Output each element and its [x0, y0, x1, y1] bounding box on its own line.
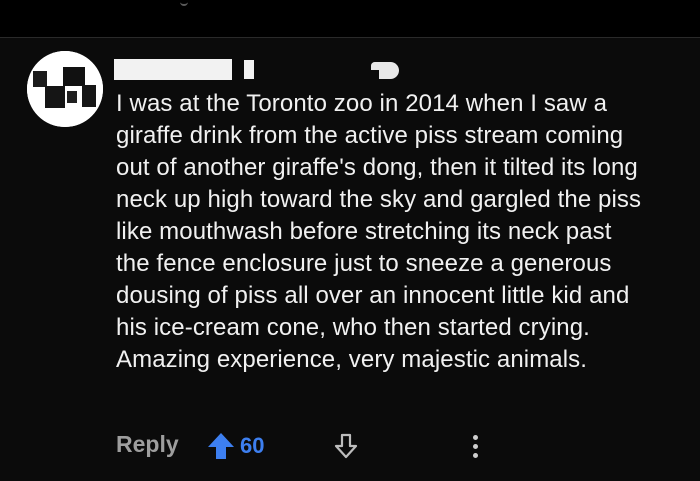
avatar-image — [27, 51, 103, 127]
redaction-block — [114, 59, 232, 80]
comment-line: Amazing experience, very majestic animal… — [116, 346, 588, 373]
upvote-count: 60 — [240, 433, 265, 458]
comment-line: dousing of piss all over an innocent lit… — [116, 282, 630, 309]
comment-actions: Reply 60 — [116, 428, 676, 464]
redaction-block — [244, 60, 254, 79]
avatar[interactable] — [27, 51, 103, 127]
more-vertical-icon[interactable] — [471, 432, 481, 460]
comment-line: his ice-cream cone, who then started cry… — [116, 314, 590, 341]
redaction-shadow — [371, 70, 379, 79]
dot — [473, 453, 478, 458]
comment-line: giraffe drink from the active piss strea… — [116, 122, 624, 149]
downvote-button[interactable] — [332, 432, 360, 465]
previous-comment-edge — [0, 0, 700, 37]
arrow-up-icon — [208, 433, 234, 459]
comment-line: out of another giraffe's dong, then it t… — [116, 154, 638, 181]
reply-button[interactable]: Reply — [116, 431, 179, 458]
cropped-glyph — [180, 0, 188, 6]
upvote-button[interactable]: 60 — [206, 428, 264, 464]
comment-line: I was at the Toronto zoo in 2014 when I … — [116, 90, 608, 117]
dot — [473, 444, 478, 449]
arrow-down-icon — [334, 433, 358, 459]
comment-line: the fence enclosure just to sneeze a gen… — [116, 250, 612, 277]
dot — [473, 435, 478, 440]
comment-line: like mouthwash before stretching its nec… — [116, 218, 612, 245]
comment-line: neck up high toward the sky and gargled … — [116, 186, 642, 213]
comment-body: I was at the Toronto zoo in 2014 when I … — [116, 88, 686, 376]
